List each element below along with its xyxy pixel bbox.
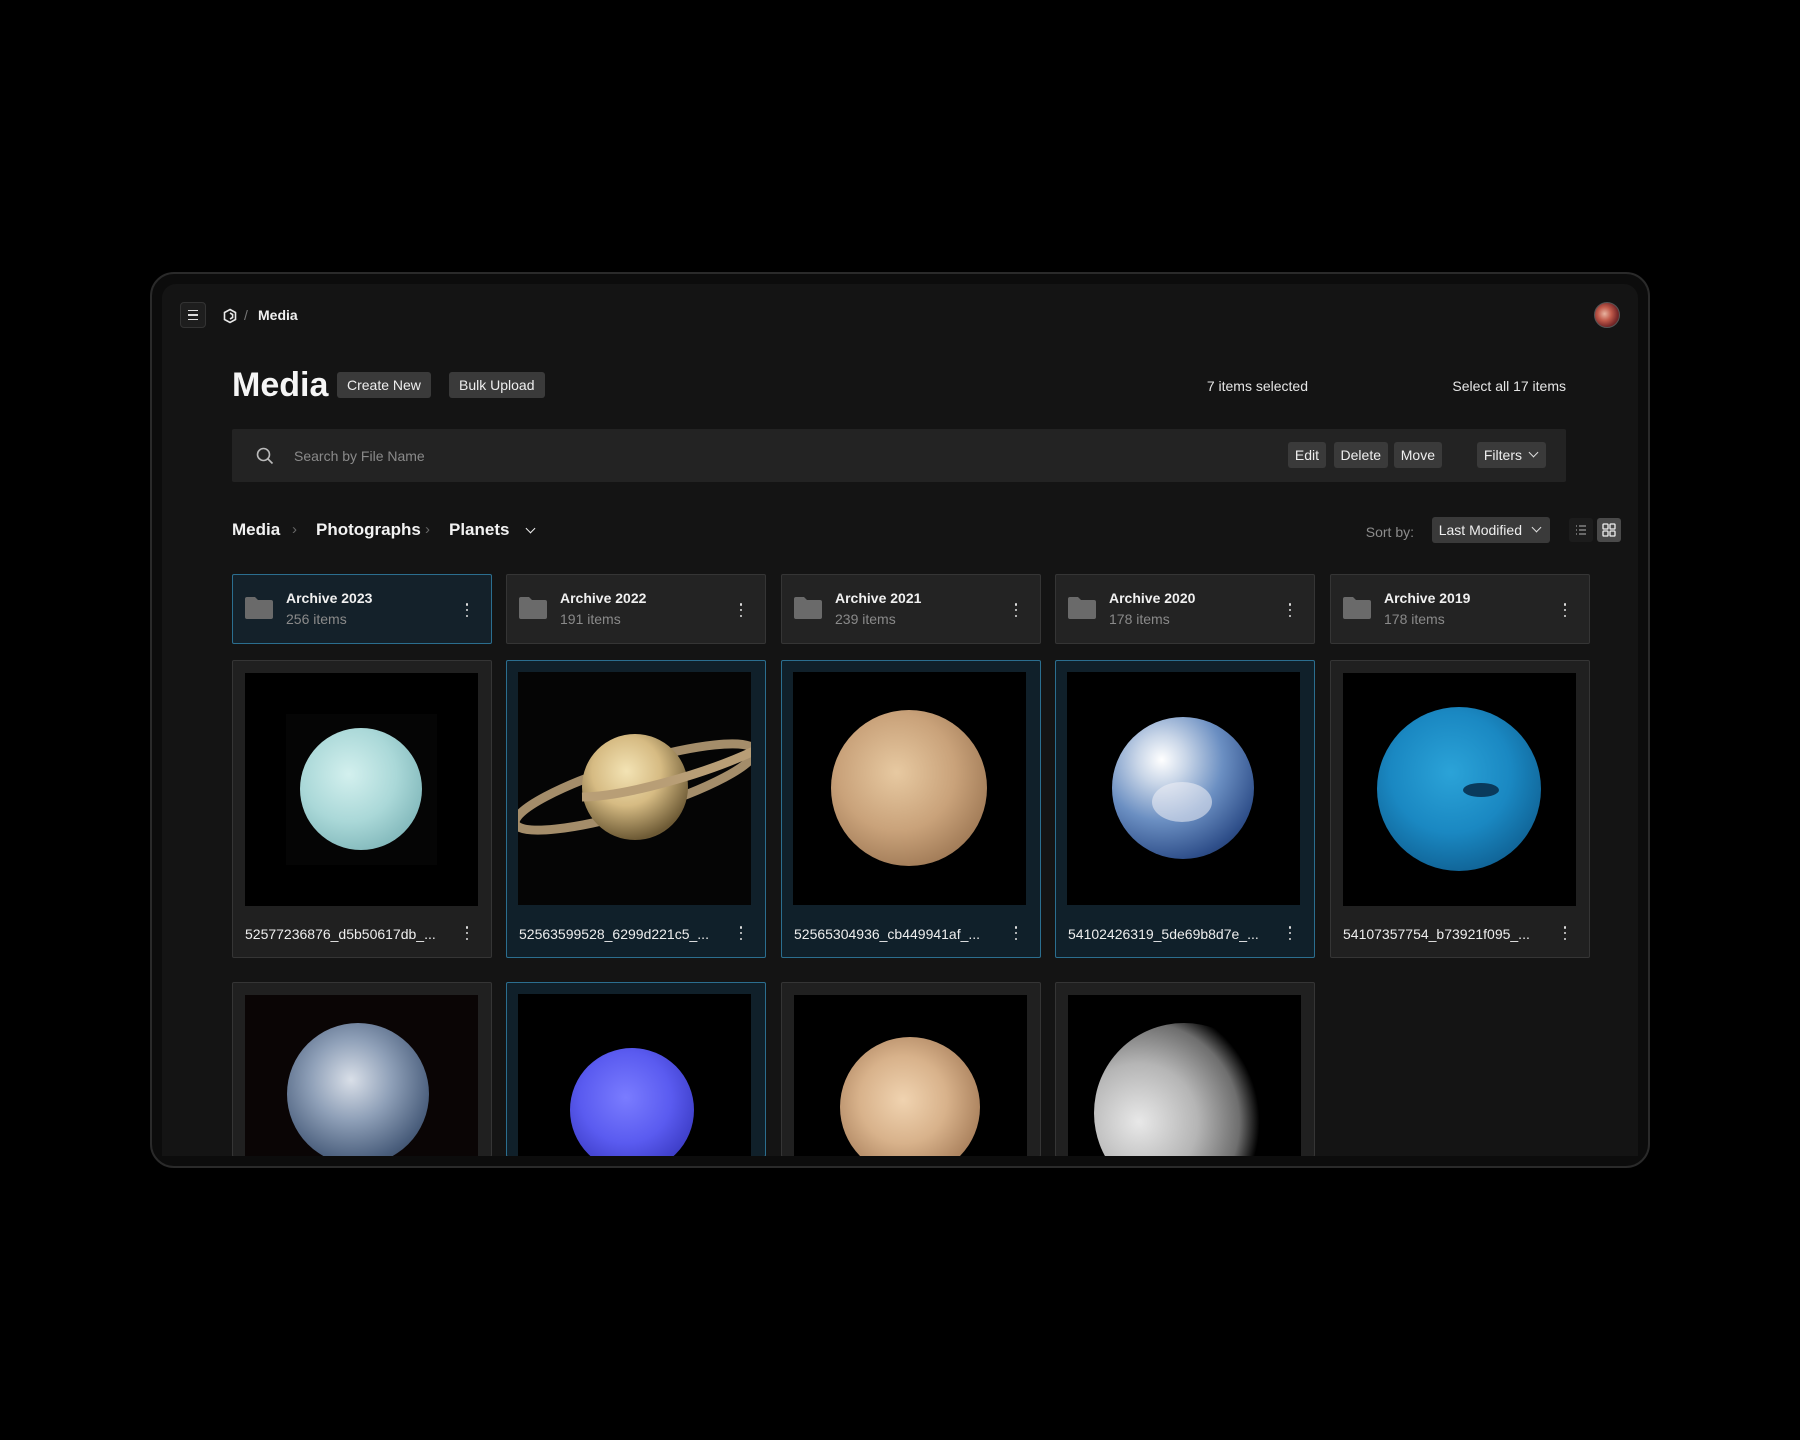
folder-count: 239 items	[835, 611, 896, 627]
sort-select[interactable]: Last Modified	[1431, 517, 1550, 543]
file-tile[interactable]	[781, 982, 1041, 1156]
device-frame: / Media Media Create New Bulk Upload 7 i…	[150, 272, 1650, 1168]
file-tile[interactable]: 52563599528_6299d221c5_...	[506, 660, 766, 958]
file-tile[interactable]: 54102426319_5de69b8d7e_...	[1055, 660, 1315, 958]
file-name: 52563599528_6299d221c5_...	[519, 926, 709, 942]
top-bar: / Media	[180, 302, 1620, 330]
folder-card[interactable]: Archive 2019 178 items	[1330, 574, 1590, 644]
folder-count: 178 items	[1109, 611, 1170, 627]
folder-icon	[1068, 597, 1096, 619]
thumbnail-neptune-violet	[518, 994, 751, 1156]
file-name: 52577236876_d5b50617db_...	[245, 926, 436, 942]
folder-card[interactable]: Archive 2021 239 items	[781, 574, 1041, 644]
chevron-right-icon: ›	[425, 521, 430, 538]
sort-label: Sort by:	[1365, 524, 1414, 540]
thumbnail-earth	[1067, 672, 1300, 905]
folder-count: 256 items	[286, 611, 347, 627]
folder-card[interactable]: Archive 2023 256 items	[232, 574, 492, 644]
search-icon	[256, 447, 274, 465]
filters-label: Filters	[1483, 447, 1522, 463]
file-tile[interactable]	[1055, 982, 1315, 1156]
sort-value: Last Modified	[1438, 522, 1522, 538]
file-tile[interactable]	[232, 982, 492, 1156]
file-name: 52565304936_cb449941af_...	[794, 926, 981, 942]
delete-button[interactable]: Delete	[1333, 442, 1388, 468]
file-name: 54102426319_5de69b8d7e_...	[1068, 926, 1259, 942]
file-name: 54107357754_b73921f095_...	[1343, 926, 1530, 942]
list-icon	[1576, 525, 1586, 535]
grid-view-button[interactable]	[1597, 518, 1621, 542]
selection-status: 7 items selected	[1206, 378, 1308, 394]
edit-button[interactable]: Edit	[1287, 442, 1326, 468]
more-options-icon[interactable]	[1014, 603, 1018, 617]
move-button[interactable]: Move	[1393, 442, 1442, 468]
filters-dropdown[interactable]: Filters	[1476, 442, 1546, 468]
more-options-icon[interactable]	[739, 926, 743, 940]
breadcrumb-separator: /	[244, 307, 248, 323]
more-options-icon[interactable]	[1563, 926, 1567, 940]
folder-icon	[1343, 597, 1371, 619]
more-options-icon[interactable]	[465, 603, 469, 617]
file-tile[interactable]: 54107357754_b73921f095_...	[1330, 660, 1590, 958]
folder-count: 191 items	[560, 611, 621, 627]
more-options-icon[interactable]	[1288, 926, 1292, 940]
create-new-button[interactable]: Create New	[337, 372, 431, 398]
thumbnail-uranus	[245, 673, 478, 906]
file-tile[interactable]	[506, 982, 766, 1156]
more-options-icon[interactable]	[1014, 926, 1018, 940]
folder-icon	[245, 597, 273, 619]
breadcrumb-photographs[interactable]: Photographs	[316, 520, 421, 540]
more-options-icon[interactable]	[465, 926, 469, 940]
avatar[interactable]	[1594, 302, 1620, 328]
more-options-icon[interactable]	[1288, 603, 1292, 617]
folder-card[interactable]: Archive 2022 191 items	[506, 574, 766, 644]
hamburger-icon	[188, 308, 198, 322]
folder-icon	[794, 597, 822, 619]
logo-icon[interactable]	[222, 308, 238, 324]
search-input[interactable]	[292, 442, 896, 470]
bulk-upload-button[interactable]: Bulk Upload	[449, 372, 545, 398]
thumbnail-moon	[1068, 995, 1301, 1156]
thumbnail-neptune	[1343, 673, 1576, 906]
folder-count: 178 items	[1384, 611, 1445, 627]
folder-name: Archive 2020	[1109, 590, 1196, 606]
thumbnail-venus	[245, 995, 478, 1156]
list-view-button[interactable]	[1569, 518, 1593, 542]
breadcrumb-media[interactable]: Media	[232, 520, 280, 540]
app-window: / Media Media Create New Bulk Upload 7 i…	[162, 284, 1638, 1156]
page-title: Media	[232, 366, 329, 404]
more-options-icon[interactable]	[1563, 603, 1567, 617]
search-toolbar: Edit Delete Move Filters	[232, 429, 1566, 482]
chevron-down-icon	[1528, 447, 1539, 458]
folder-name: Archive 2021	[835, 590, 922, 606]
top-breadcrumb-media[interactable]: Media	[258, 307, 298, 323]
breadcrumb-planets[interactable]: Planets	[449, 520, 509, 540]
file-tile[interactable]: 52565304936_cb449941af_...	[781, 660, 1041, 958]
folder-card[interactable]: Archive 2020 178 items	[1055, 574, 1315, 644]
menu-button[interactable]	[180, 302, 206, 328]
select-all-link[interactable]: Select all 17 items	[1452, 378, 1566, 394]
more-options-icon[interactable]	[739, 603, 743, 617]
grid-icon	[1602, 523, 1616, 537]
folder-name: Archive 2022	[560, 590, 647, 606]
chevron-right-icon: ›	[292, 521, 297, 538]
chevron-down-icon[interactable]	[525, 523, 536, 534]
thumbnail-saturn	[518, 672, 751, 905]
file-tile[interactable]: 52577236876_d5b50617db_...	[232, 660, 492, 958]
saturn-illustration	[518, 672, 751, 905]
thumbnail-mars	[793, 672, 1026, 905]
folder-name: Archive 2019	[1384, 590, 1471, 606]
folder-name: Archive 2023	[286, 590, 373, 606]
chevron-down-icon	[1531, 522, 1542, 533]
folder-icon	[519, 597, 547, 619]
thumbnail-pluto	[794, 995, 1027, 1156]
